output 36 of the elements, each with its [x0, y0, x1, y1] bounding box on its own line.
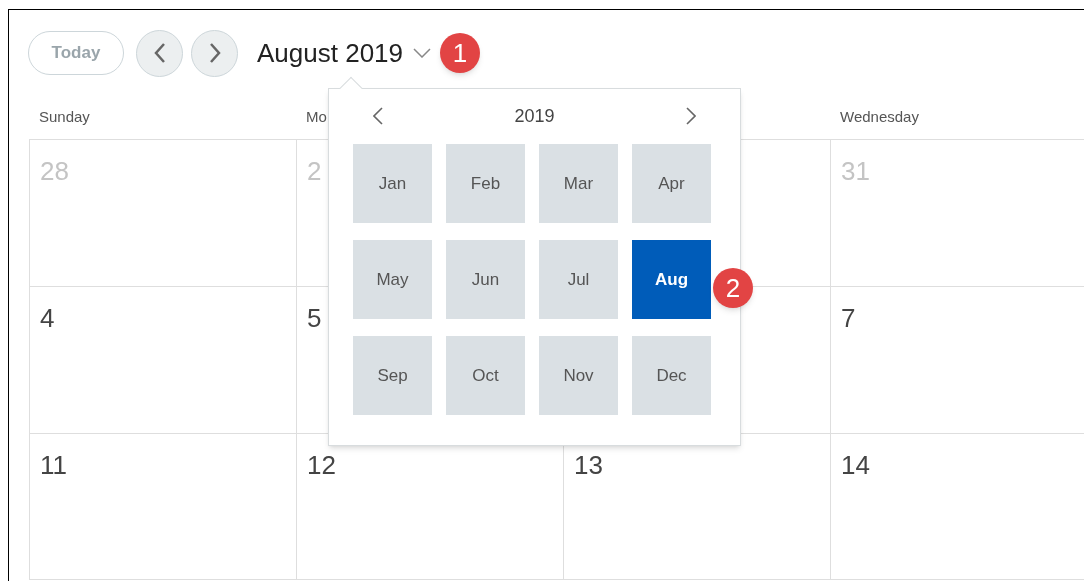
month-tile[interactable]: Jul — [539, 240, 618, 319]
weekday-label: Sunday — [39, 107, 90, 128]
day-number: 2 — [307, 156, 322, 186]
day-number: 28 — [40, 156, 69, 186]
weekday-label: Mo — [306, 107, 327, 128]
month-tile[interactable]: May — [353, 240, 432, 319]
month-tile[interactable]: Jan — [353, 144, 432, 223]
chevron-right-icon — [208, 43, 221, 63]
month-title[interactable]: August 2019 — [257, 33, 403, 73]
month-tile[interactable]: Aug — [632, 240, 711, 319]
day-number: 4 — [40, 303, 55, 333]
month-tile[interactable]: Nov — [539, 336, 618, 415]
chevron-left-icon[interactable] — [373, 107, 383, 125]
day-number: 11 — [40, 450, 67, 480]
month-tile[interactable]: Sep — [353, 336, 432, 415]
next-button[interactable] — [191, 29, 238, 77]
month-tile[interactable]: Mar — [539, 144, 618, 223]
day-number: 12 — [307, 450, 336, 480]
previous-button[interactable] — [136, 29, 183, 77]
chevron-left-icon — [153, 43, 166, 63]
callout-marker: 1 — [440, 33, 480, 73]
chevron-down-icon[interactable] — [413, 48, 431, 58]
year-label: 2019 — [514, 104, 555, 128]
weekday-label: Wednesday — [840, 107, 919, 128]
month-tile[interactable]: Oct — [446, 336, 525, 415]
day-number: 14 — [841, 450, 870, 480]
day-number: 5 — [307, 303, 322, 333]
day-number: 13 — [574, 450, 603, 480]
day-number: 7 — [841, 303, 856, 333]
callout-marker: 2 — [713, 268, 753, 308]
month-tile[interactable]: Jun — [446, 240, 525, 319]
month-tile[interactable]: Apr — [632, 144, 711, 223]
day-number: 31 — [841, 156, 870, 186]
chevron-right-icon[interactable] — [686, 107, 696, 125]
month-tile[interactable]: Feb — [446, 144, 525, 223]
month-tile[interactable]: Dec — [632, 336, 711, 415]
